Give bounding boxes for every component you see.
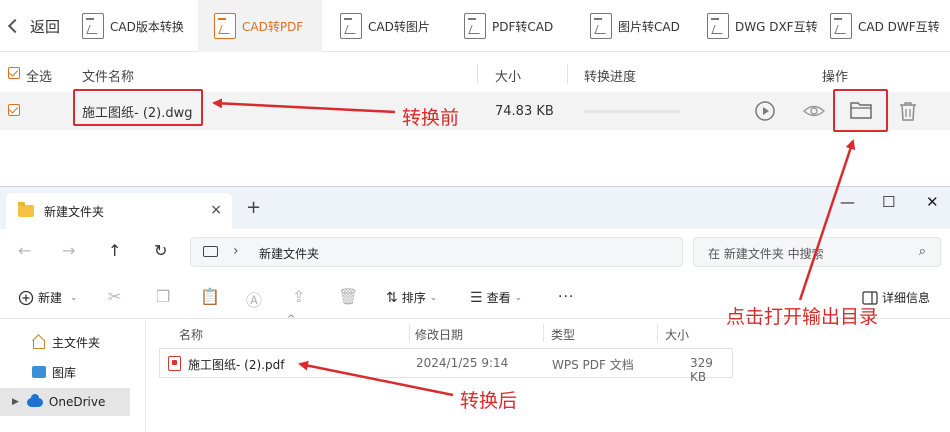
annotation-arrows [212,98,856,397]
arrow-to-output-file [298,360,454,397]
arrow-to-source-file [212,98,396,114]
annotation-before: 转换前 [402,107,460,129]
arrow-to-open-folder [798,139,856,301]
annotation-after: 转换后 [460,390,518,412]
annotation-open-output: 点击打开输出目录 [726,306,879,328]
